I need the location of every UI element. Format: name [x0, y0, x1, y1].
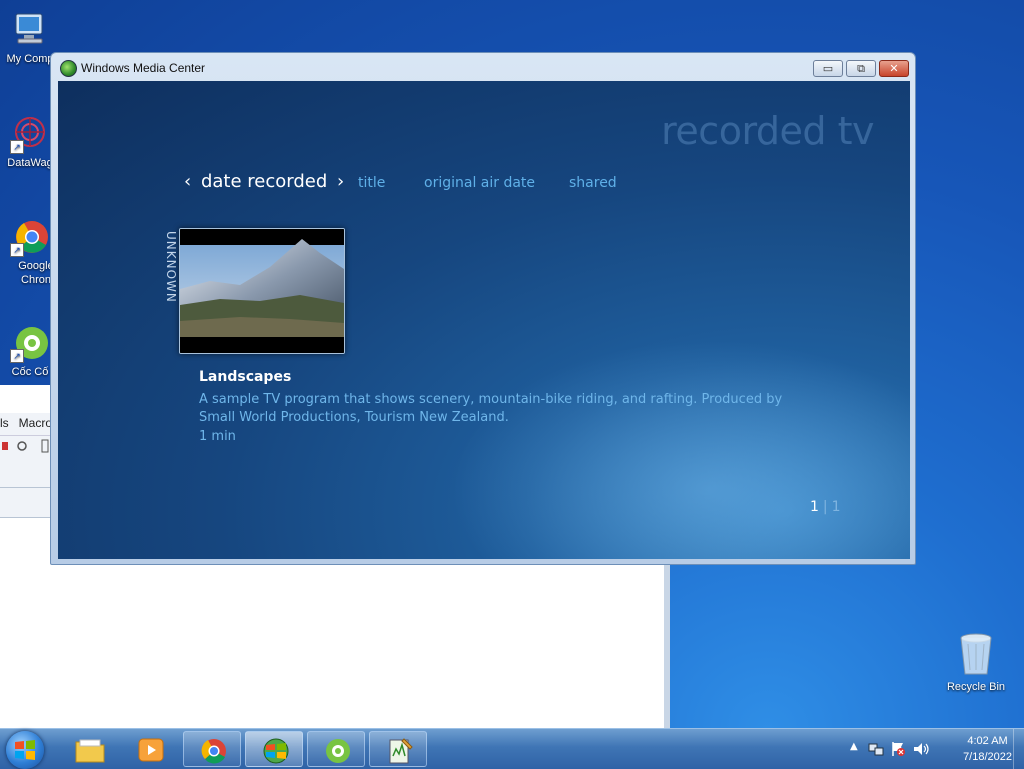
window-title: Windows Media Center	[81, 61, 206, 75]
clock-date: 7/18/2022	[963, 751, 1012, 763]
total-pages: 1	[831, 499, 841, 515]
restore-button[interactable]: ⧉	[846, 60, 876, 77]
clock[interactable]: 4:02 AM 7/18/2022	[963, 733, 1012, 765]
taskbar-file-explorer[interactable]	[60, 731, 118, 767]
minimize-icon: ▭	[822, 62, 834, 75]
recycle-bin-icon	[960, 633, 992, 675]
taskbar-coc-coc[interactable]	[307, 731, 365, 767]
coccoc-icon: ↗	[10, 323, 50, 363]
media-center-content: recorded tv ‹ date recorded › title orig…	[58, 81, 910, 559]
taskbar-google-chrome[interactable]	[183, 731, 241, 767]
sort-option-label: date recorded	[200, 171, 328, 192]
page-separator: |	[822, 499, 828, 515]
desktop-icon-recycle-bin[interactable]: Recycle Bin	[944, 630, 1008, 693]
coccoc-icon	[326, 739, 350, 763]
network-icon[interactable]	[868, 741, 884, 757]
edit-document-icon	[389, 738, 413, 764]
media-center-logo-icon	[60, 60, 77, 77]
action-center-flag-icon[interactable]	[890, 741, 906, 757]
chevron-left-icon[interactable]: ‹	[184, 171, 191, 192]
close-icon: ✕	[889, 62, 899, 75]
sort-option-shared[interactable]: shared	[569, 175, 617, 191]
background-glow	[450, 339, 910, 559]
show-hidden-icons-icon[interactable]: ▲	[850, 741, 858, 752]
clock-time: 4:02 AM	[967, 735, 1008, 747]
group-label: UNKNOWN	[164, 231, 178, 303]
program-duration: 1 min	[199, 429, 236, 444]
taskbar: ▲ 4:02 AM 7/18/2022	[0, 728, 1024, 769]
datawag-icon: ↗	[10, 114, 50, 154]
shortcut-arrow-icon: ↗	[10, 349, 24, 363]
windows-logo-icon	[15, 740, 35, 760]
minimize-button[interactable]: ▭	[813, 60, 843, 77]
recording-thumbnail[interactable]	[179, 228, 345, 354]
media-center-window[interactable]: Windows Media Center ▭ ⧉ ✕ recorded tv ‹…	[50, 52, 916, 565]
sort-option-date-recorded[interactable]: ‹ date recorded ›	[184, 171, 344, 192]
taskbar-notepad-app[interactable]	[369, 731, 427, 767]
start-button[interactable]	[6, 731, 44, 769]
chevron-right-icon[interactable]: ›	[337, 171, 344, 192]
show-desktop-button[interactable]	[1013, 729, 1024, 769]
program-description: A sample TV program that shows scenery, …	[199, 392, 783, 425]
system-tray: ▲ 4:02 AM 7/18/2022	[844, 729, 1024, 769]
taskbar-windows-media-center[interactable]	[245, 731, 303, 767]
menu-item[interactable]: ls	[0, 416, 9, 430]
chrome-icon: ↗	[10, 217, 50, 257]
page-indicator: 1 | 1	[810, 499, 841, 515]
close-button[interactable]: ✕	[879, 60, 909, 77]
media-player-icon	[138, 738, 164, 762]
taskbar-media-player[interactable]	[121, 731, 179, 767]
mountain-landscape-image	[180, 229, 344, 353]
program-title: Landscapes	[199, 369, 292, 385]
menu-item[interactable]: Macro	[19, 416, 52, 430]
shortcut-arrow-icon: ↗	[10, 243, 24, 257]
chrome-icon	[201, 739, 226, 764]
sort-option-title[interactable]: title	[358, 175, 385, 191]
restore-icon: ⧉	[857, 62, 865, 75]
volume-icon[interactable]	[912, 741, 930, 757]
desktop-icon-label: Recycle Bin	[946, 681, 1006, 693]
computer-icon	[10, 10, 50, 50]
sort-option-original-air-date[interactable]: original air date	[424, 175, 535, 191]
background-window-toolbar-row	[0, 435, 50, 458]
current-page: 1	[810, 499, 819, 515]
page-heading: recorded tv	[661, 109, 874, 153]
media-center-icon	[263, 738, 289, 764]
shortcut-arrow-icon: ↗	[10, 140, 24, 154]
folder-icon	[75, 739, 105, 763]
